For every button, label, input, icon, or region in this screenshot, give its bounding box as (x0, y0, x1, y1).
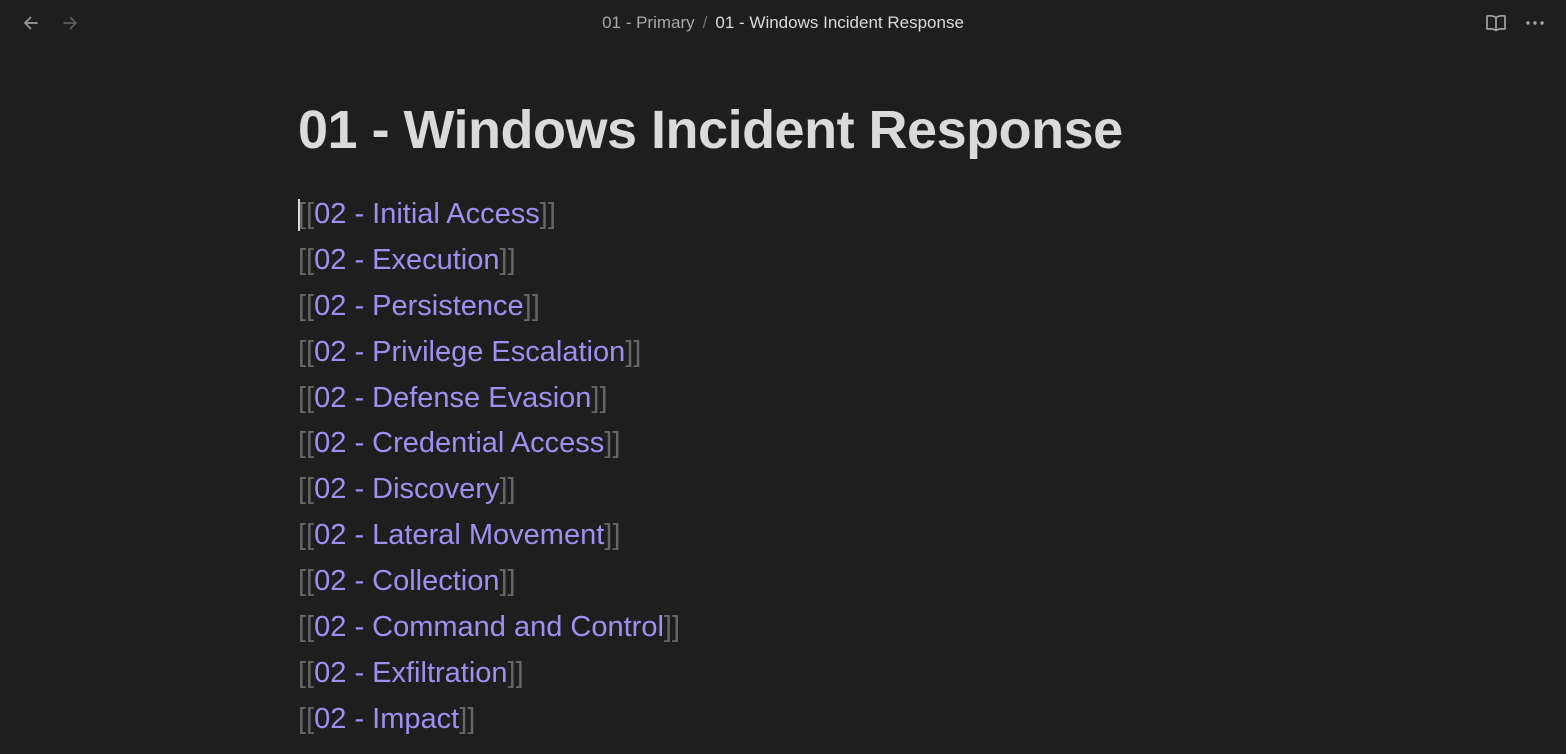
list-item: [[02 - Command and Control]] (298, 605, 1198, 651)
internal-link[interactable]: 02 - Credential Access (314, 427, 604, 459)
list-item: [[02 - Persistence]] (298, 284, 1198, 330)
list-item: [[02 - Execution]] (298, 238, 1198, 284)
internal-link[interactable]: 02 - Collection (314, 565, 499, 597)
list-item: [[02 - Credential Access]] (298, 421, 1198, 467)
bracket-open: [[ (298, 243, 315, 276)
bracket-close: ]] (499, 473, 516, 506)
bracket-close: ]] (507, 656, 524, 689)
bracket-close: ]] (539, 198, 556, 230)
bracket-open: [[ (298, 702, 315, 735)
more-horizontal-icon (1526, 21, 1544, 25)
list-item: [[02 - Exfiltration]] (298, 651, 1198, 697)
bracket-open: [[ (298, 381, 315, 414)
breadcrumb-separator: / (702, 13, 708, 32)
list-item: [[02 - Lateral Movement]] (298, 513, 1198, 559)
internal-link[interactable]: 02 - Execution (314, 244, 499, 276)
bracket-open: [[ (298, 198, 315, 230)
editor-window: 01 - Primary / 01 - Windows Incident Respo… (0, 0, 1566, 754)
note-title[interactable]: 01 - Windows Incident Response (298, 96, 1198, 164)
bracket-open: [[ (298, 611, 315, 644)
bracket-open: [[ (298, 289, 315, 322)
internal-link[interactable]: 02 - Discovery (314, 473, 499, 505)
bracket-close: ]] (523, 289, 540, 322)
view-header: 01 - Primary / 01 - Windows Incident Respo… (0, 0, 1566, 46)
bracket-close: ]] (459, 702, 476, 735)
bracket-close: ]] (604, 427, 621, 460)
list-item: [[02 - Collection]] (298, 559, 1198, 605)
list-item: [[02 - Privilege Escalation]] (298, 330, 1198, 376)
book-open-icon (1486, 15, 1506, 32)
bracket-open: [[ (298, 565, 315, 598)
list-item: [[02 - Discovery]] (298, 467, 1198, 513)
internal-link[interactable]: 02 - Impact (314, 703, 459, 735)
list-item: [[02 - Initial Access]] (298, 192, 1198, 238)
internal-link[interactable]: 02 - Defense Evasion (314, 382, 591, 414)
bracket-open: [[ (298, 427, 315, 460)
internal-link[interactable]: 02 - Exfiltration (314, 657, 507, 689)
more-options-button[interactable] (1521, 10, 1549, 36)
internal-link[interactable]: 02 - Lateral Movement (314, 519, 604, 551)
bracket-open: [[ (298, 519, 315, 552)
internal-link[interactable]: 02 - Command and Control (314, 611, 664, 643)
breadcrumb-parent[interactable]: 01 - Primary (602, 13, 695, 32)
internal-link[interactable]: 02 - Initial Access (314, 198, 540, 230)
internal-link[interactable]: 02 - Persistence (314, 290, 524, 322)
bracket-open: [[ (298, 335, 315, 368)
reading-view-button[interactable] (1482, 10, 1510, 36)
list-item: [[02 - Defense Evasion]] (298, 376, 1198, 422)
bracket-close: ]] (499, 243, 516, 276)
bracket-open: [[ (298, 473, 315, 506)
bracket-close: ]] (499, 565, 516, 598)
bracket-open: [[ (298, 656, 315, 689)
internal-link[interactable]: 02 - Privilege Escalation (314, 336, 625, 368)
breadcrumb-current[interactable]: 01 - Windows Incident Response (715, 13, 964, 32)
bracket-close: ]] (625, 335, 642, 368)
bracket-close: ]] (604, 519, 621, 552)
list-item: [[02 - Impact]] (298, 697, 1198, 743)
bracket-close: ]] (591, 381, 608, 414)
document-body[interactable]: 01 - Windows Incident Response [[02 - In… (298, 96, 1198, 743)
bracket-close: ]] (663, 611, 681, 644)
breadcrumb: 01 - Primary / 01 - Windows Incident Respo… (0, 12, 1566, 34)
link-list: [[02 - Initial Access]] [[02 - Execution… (298, 192, 1198, 743)
